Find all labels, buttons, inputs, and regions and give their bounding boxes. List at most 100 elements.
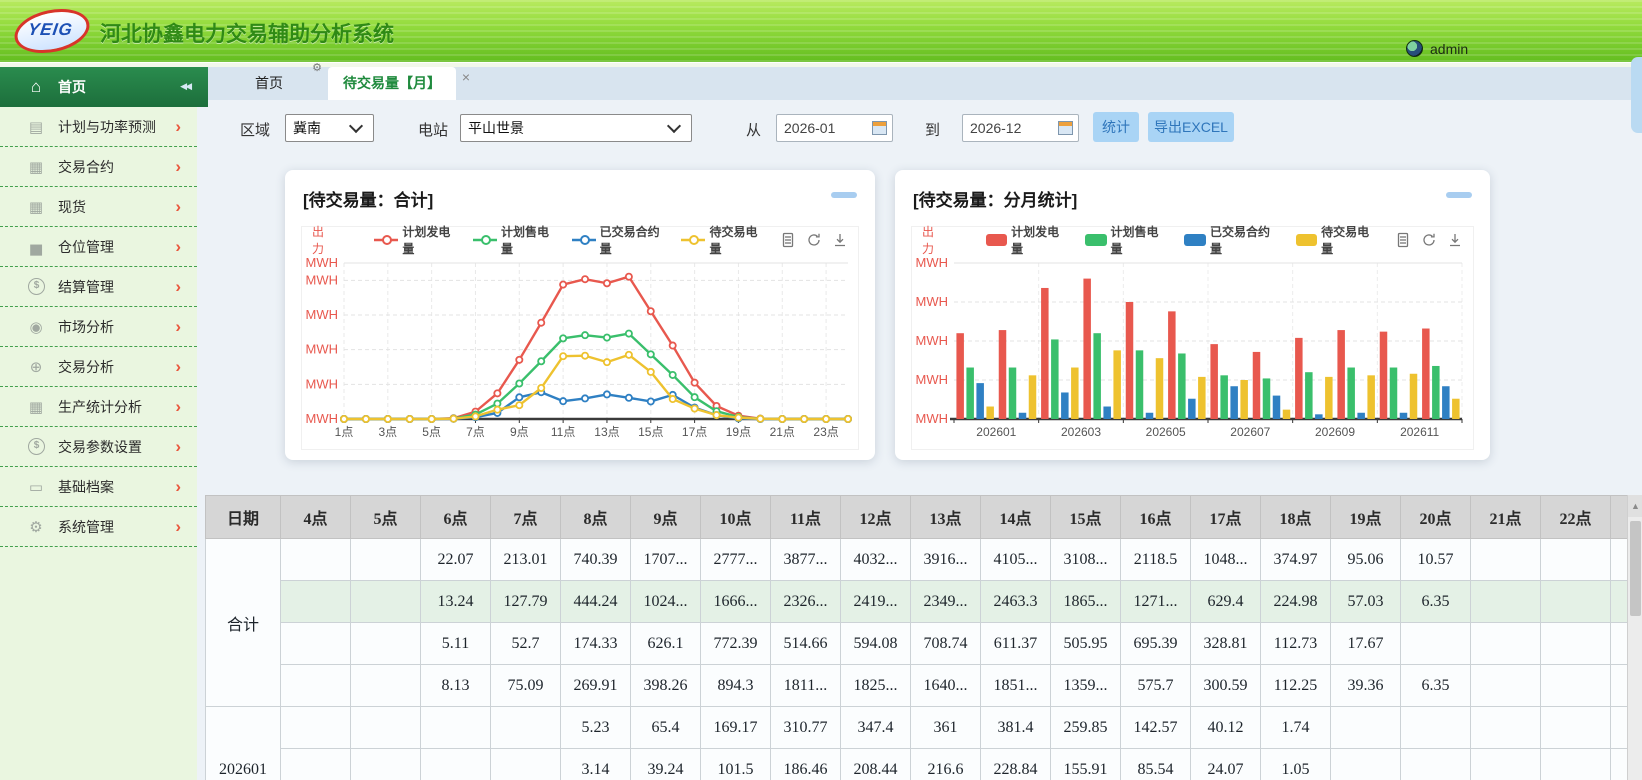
value-cell: 398.26 — [630, 664, 701, 707]
legend-item[interactable]: 已交易合约量 — [571, 223, 667, 257]
legend-item[interactable]: 已交易合约量 — [1184, 223, 1280, 257]
calendar-icon[interactable] — [872, 121, 887, 135]
right-edge-handle[interactable] — [1631, 57, 1642, 133]
value-cell: 514.66 — [770, 622, 841, 665]
svg-text:202605: 202605 — [1146, 425, 1186, 439]
refresh-icon[interactable] — [806, 232, 822, 248]
collapse-chart-button[interactable] — [1446, 192, 1472, 198]
sidebar-item-contract[interactable]: ▦ 交易合约 › — [0, 147, 197, 187]
legend-swatch — [985, 234, 1008, 246]
sidebar-item-label: 现货 — [58, 198, 86, 215]
legend-item[interactable]: 计划售电量 — [472, 223, 557, 257]
sidebar-item-label: 仓位管理 — [58, 238, 114, 255]
tab-active-label: 待交易量【月】 — [343, 75, 441, 91]
value-cell — [1540, 706, 1611, 749]
tab-pending-volume-month[interactable]: 待交易量【月】 × — [328, 67, 470, 100]
from-date-input[interactable]: 2026-01 — [776, 114, 893, 142]
value-cell — [350, 664, 421, 707]
to-date-input[interactable]: 2026-12 — [962, 114, 1079, 142]
scroll-thumb[interactable] — [1630, 521, 1641, 616]
table-row[interactable]: 5.11 52.7 174.33 626.1 772.39 514.66 594.08 708… — [206, 622, 1627, 665]
value-cell — [1540, 664, 1611, 707]
svg-text:23点: 23点 — [813, 425, 838, 439]
system-icon: ⚙ — [29, 518, 43, 536]
sidebar-item-home[interactable]: ⌂ 首页 ◀◀ — [0, 67, 208, 107]
value-cell — [280, 748, 351, 780]
value-cell: 75.09 — [490, 664, 561, 707]
production-icon: ▦ — [28, 398, 44, 416]
legend-label: 计划发电量 — [1011, 225, 1060, 256]
value-cell — [1400, 748, 1471, 780]
svg-text:MWH: MWH — [916, 255, 949, 270]
station-select[interactable]: 平山世景 — [460, 114, 692, 142]
report-icon[interactable] — [780, 232, 796, 248]
value-cell: 216.6 — [910, 748, 981, 780]
column-header: 18点 — [1260, 495, 1331, 539]
svg-text:19点: 19点 — [726, 425, 751, 439]
sidebar-item-production[interactable]: ▦ 生产统计分析 › — [0, 387, 197, 427]
report-icon[interactable] — [1395, 232, 1411, 248]
scroll-up-arrow-icon[interactable]: ▲ — [1628, 495, 1642, 517]
gear-icon[interactable]: ⚙ — [312, 63, 322, 75]
sidebar-item-spot[interactable]: ▦ 现货 › — [0, 187, 197, 227]
value-cell: 626.1 — [630, 622, 701, 665]
stat-button[interactable]: 统计 — [1093, 112, 1139, 142]
collapse-chart-button[interactable] — [831, 192, 857, 198]
chevron-right-icon: › — [175, 117, 181, 136]
value-cell: 374.97 — [1260, 538, 1331, 581]
chevron-right-icon: › — [175, 397, 181, 416]
column-header: 14点 — [980, 495, 1051, 539]
download-icon[interactable] — [1447, 232, 1463, 248]
sidebar-item-archive[interactable]: ▭ 基础档案 › — [0, 467, 197, 507]
sidebar-item-forecast[interactable]: ▤ 计划与功率预测 › — [0, 107, 197, 147]
table-scrollbar[interactable]: ▲ — [1627, 495, 1642, 780]
sidebar-item-label: 首页 — [58, 78, 86, 95]
table-row[interactable]: 202601 5.23 65.4 169.17 310.77 347.4 361 381.4 2… — [205, 706, 1627, 780]
chart-toolbar — [780, 232, 848, 248]
value-cell: 95.06 — [1330, 538, 1401, 581]
table-row[interactable]: 合计 22.07 213.01 740.39 1707... 2777... 3877...… — [205, 538, 1627, 707]
legend-item[interactable]: 计划售电量 — [1084, 223, 1169, 257]
sidebar-item-position[interactable]: ▅ 仓位管理 › — [0, 227, 197, 267]
chart-title: [待交易量：合计] — [303, 191, 434, 210]
value-cell — [280, 580, 351, 623]
legend-item[interactable]: 待交易电量 — [681, 223, 765, 257]
sidebar-item-settlement[interactable]: $ 结算管理 › — [0, 267, 197, 307]
to-date-value: 2026-12 — [970, 120, 1022, 136]
value-cell — [1540, 580, 1611, 623]
table-row[interactable]: 3.14 39.24 101.5 186.46 208.44 216.6 228.84 155… — [206, 748, 1627, 780]
value-cell: 169.17 — [700, 706, 771, 749]
refresh-icon[interactable] — [1421, 232, 1437, 248]
calendar-icon[interactable] — [1058, 121, 1073, 135]
value-cell — [1610, 748, 1627, 780]
from-date-value: 2026-01 — [784, 120, 836, 136]
sidebar-item-params[interactable]: $ 交易参数设置 › — [0, 427, 197, 467]
table-row[interactable]: 8.13 75.09 269.91 398.26 894.3 1811... 1825...… — [206, 664, 1627, 707]
value-cell: 1.05 — [1260, 748, 1331, 780]
legend-item[interactable]: 计划发电量 — [374, 223, 458, 257]
legend-line-marker — [571, 235, 596, 245]
export-excel-button[interactable]: 导出EXCEL — [1148, 112, 1234, 142]
sidebar-item-market[interactable]: ◉ 市场分析 › — [0, 307, 197, 347]
legend-item[interactable]: 计划发电量 — [985, 223, 1070, 257]
value-cell — [280, 664, 351, 707]
column-header: 日期 — [205, 495, 281, 539]
sidebar-item-trade-analysis[interactable]: ⊕ 交易分析 › — [0, 347, 197, 387]
sidebar: ⌂ 首页 ◀◀ ▤ 计划与功率预测 › ▦ 交易合约 › ▦ 现货 › ▅ 仓位管理 › $ 结算管理 › ◉ 市场分… — [0, 67, 208, 780]
collapse-sidebar-icon[interactable]: ◀◀ — [180, 82, 192, 91]
legend-item[interactable]: 待交易电量 — [1295, 223, 1380, 257]
value-cell: 772.39 — [700, 622, 771, 665]
sidebar-item-label: 系统管理 — [58, 518, 114, 535]
value-cell: 127.79 — [490, 580, 561, 623]
sidebar-item-system[interactable]: ⚙ 系统管理 › — [0, 507, 197, 547]
value-cell: 2463.3 — [980, 580, 1051, 623]
tab-home[interactable]: 首页 ⚙ — [210, 63, 328, 100]
svg-text:MWH: MWH — [306, 255, 339, 270]
region-select[interactable]: 冀南 — [285, 114, 374, 142]
table-row[interactable]: 13.24 127.79 444.24 1024... 1666... 2326... 24… — [206, 580, 1627, 623]
value-cell — [1540, 538, 1611, 581]
user-menu[interactable]: admin — [1406, 40, 1468, 57]
close-icon[interactable]: × — [462, 61, 470, 94]
value-cell — [490, 706, 561, 749]
download-icon[interactable] — [832, 232, 848, 248]
